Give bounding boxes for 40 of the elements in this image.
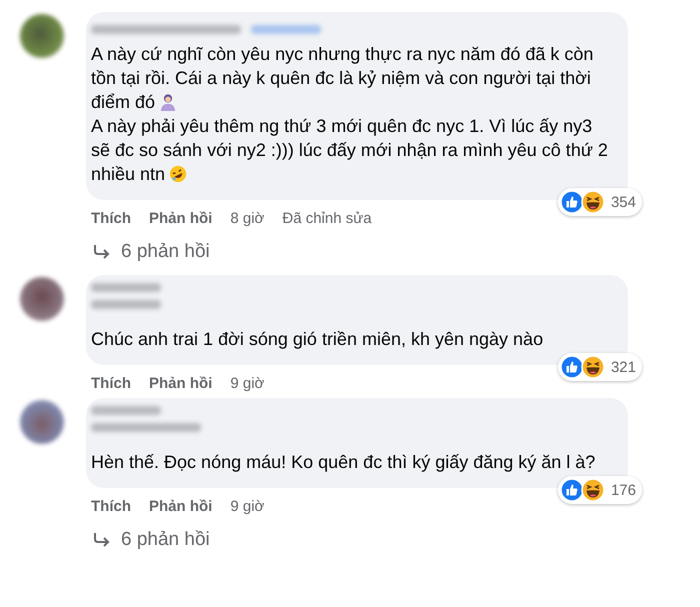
reply-link[interactable]: Phản hồi <box>149 375 212 392</box>
blurred-name[interactable] <box>91 406 161 415</box>
like-link[interactable]: Thích <box>91 375 131 392</box>
like-icon <box>560 478 584 502</box>
laughing-face-icon <box>580 478 605 502</box>
like-icon <box>560 190 584 214</box>
comment-text: Hèn thế. Đọc nóng máu! Ko quên đc thì ký giấy đăng ký ăn l à? <box>91 451 596 474</box>
comment-text: A này phải yêu thêm ng thứ 3 mới quên đc nyc 1. Vì lúc ấy ny3 sẽ đc so sánh với ny2 :))) lúc đấy mới nhận ra mình yêu cô thứ 2 nhiều ntn <box>91 115 609 186</box>
reaction-summary[interactable]: 354 <box>558 188 642 216</box>
blurred-link[interactable] <box>251 24 321 34</box>
like-link[interactable]: Thích <box>91 210 131 227</box>
blurred-subtitle <box>91 300 161 309</box>
timestamp[interactable]: 8 giờ <box>230 210 264 227</box>
blurred-name[interactable] <box>91 283 161 292</box>
reply-arrow-icon <box>93 244 111 260</box>
timestamp[interactable]: 9 giờ <box>230 498 264 515</box>
like-link[interactable]: Thích <box>91 498 131 515</box>
reaction-summary[interactable]: 176 <box>558 476 642 504</box>
reaction-summary[interactable]: 321 <box>558 353 642 381</box>
comment-text: Chúc anh trai 1 đời sóng gió triền miên, kh yên ngày nào <box>91 328 544 351</box>
view-replies-link[interactable]: 6 phản hồi <box>121 241 210 263</box>
avatar-icon[interactable] <box>20 277 64 321</box>
reply-link[interactable]: Phản hồi <box>149 210 212 227</box>
avatar-icon[interactable] <box>20 14 64 58</box>
reaction-count: 176 <box>610 482 636 498</box>
laughing-face-icon <box>580 355 605 379</box>
edited-label: Đã chỉnh sửa <box>282 210 372 227</box>
blurred-name[interactable] <box>91 24 241 34</box>
reply-link[interactable]: Phản hồi <box>149 498 212 515</box>
reaction-count: 354 <box>610 194 636 210</box>
reaction-count: 321 <box>610 358 636 376</box>
timestamp[interactable]: 9 giờ <box>230 375 264 392</box>
avatar-icon[interactable] <box>20 400 64 444</box>
comment-text: A này cứ nghĩ còn yêu nyc nhưng thực ra nyc năm đó đã k còn tồn tại rồi. Cái a này k quên đc là kỷ niệm và con người tại thời điểm đó <box>91 43 594 114</box>
person-icon <box>159 93 178 111</box>
laughing-face-icon <box>580 190 605 214</box>
like-icon <box>560 355 584 379</box>
reply-arrow-icon <box>93 532 111 548</box>
laughing-face-icon <box>169 165 188 183</box>
view-replies-link[interactable]: 6 phản hồi <box>121 529 210 551</box>
